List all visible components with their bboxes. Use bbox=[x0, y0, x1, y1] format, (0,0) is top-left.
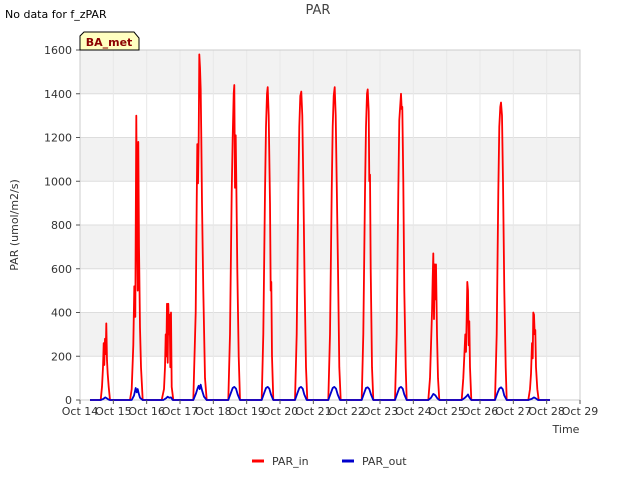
legend-label-par-in: PAR_in bbox=[272, 455, 309, 468]
x-tick-label: Oct 27 bbox=[495, 405, 532, 418]
y-tick-label: 600 bbox=[51, 263, 72, 276]
x-axis-label: Time bbox=[552, 423, 580, 436]
x-tick-label: Oct 21 bbox=[295, 405, 332, 418]
legend: PAR_in PAR_out bbox=[252, 455, 407, 468]
x-tick-label: Oct 16 bbox=[128, 405, 165, 418]
y-axis-label: PAR (umol/m2/s) bbox=[8, 179, 21, 271]
x-tick-label: Oct 23 bbox=[362, 405, 399, 418]
x-tick-label: Oct 25 bbox=[428, 405, 465, 418]
x-tick-label: Oct 19 bbox=[228, 405, 265, 418]
grid-band bbox=[80, 137, 580, 182]
x-tick-label: Oct 24 bbox=[395, 405, 432, 418]
y-tick-label: 1000 bbox=[44, 175, 72, 188]
grid-band bbox=[80, 50, 580, 94]
chart-title: PAR bbox=[306, 3, 331, 18]
site-badge-label: BA_met bbox=[86, 36, 133, 49]
x-tick-label: Oct 15 bbox=[95, 405, 132, 418]
x-tick-label: Oct 28 bbox=[528, 405, 565, 418]
y-tick-label: 200 bbox=[51, 350, 72, 363]
legend-label-par-out: PAR_out bbox=[362, 455, 407, 468]
y-tick-label: 0 bbox=[65, 394, 72, 407]
y-tick-label: 800 bbox=[51, 219, 72, 232]
x-tick-label: Oct 17 bbox=[162, 405, 199, 418]
x-tick-label: Oct 20 bbox=[262, 405, 299, 418]
y-axis: 0 200 400 600 800 1000 1200 1400 1600 bbox=[44, 44, 80, 407]
y-tick-label: 1200 bbox=[44, 132, 72, 145]
par-chart: Oct 14Oct 15Oct 16Oct 17Oct 18Oct 19Oct … bbox=[5, 3, 599, 468]
x-tick-label: Oct 29 bbox=[562, 405, 599, 418]
x-tick-label: Oct 22 bbox=[328, 405, 365, 418]
x-tick-label: Oct 18 bbox=[195, 405, 232, 418]
y-tick-label: 1400 bbox=[44, 88, 72, 101]
site-badge: BA_met bbox=[79, 31, 140, 51]
x-tick-label: Oct 26 bbox=[462, 405, 499, 418]
x-axis: Oct 14Oct 15Oct 16Oct 17Oct 18Oct 19Oct … bbox=[62, 400, 599, 418]
y-tick-label: 400 bbox=[51, 307, 72, 320]
no-data-note: No data for f_zPAR bbox=[5, 8, 107, 21]
y-tick-label: 1600 bbox=[44, 44, 72, 57]
